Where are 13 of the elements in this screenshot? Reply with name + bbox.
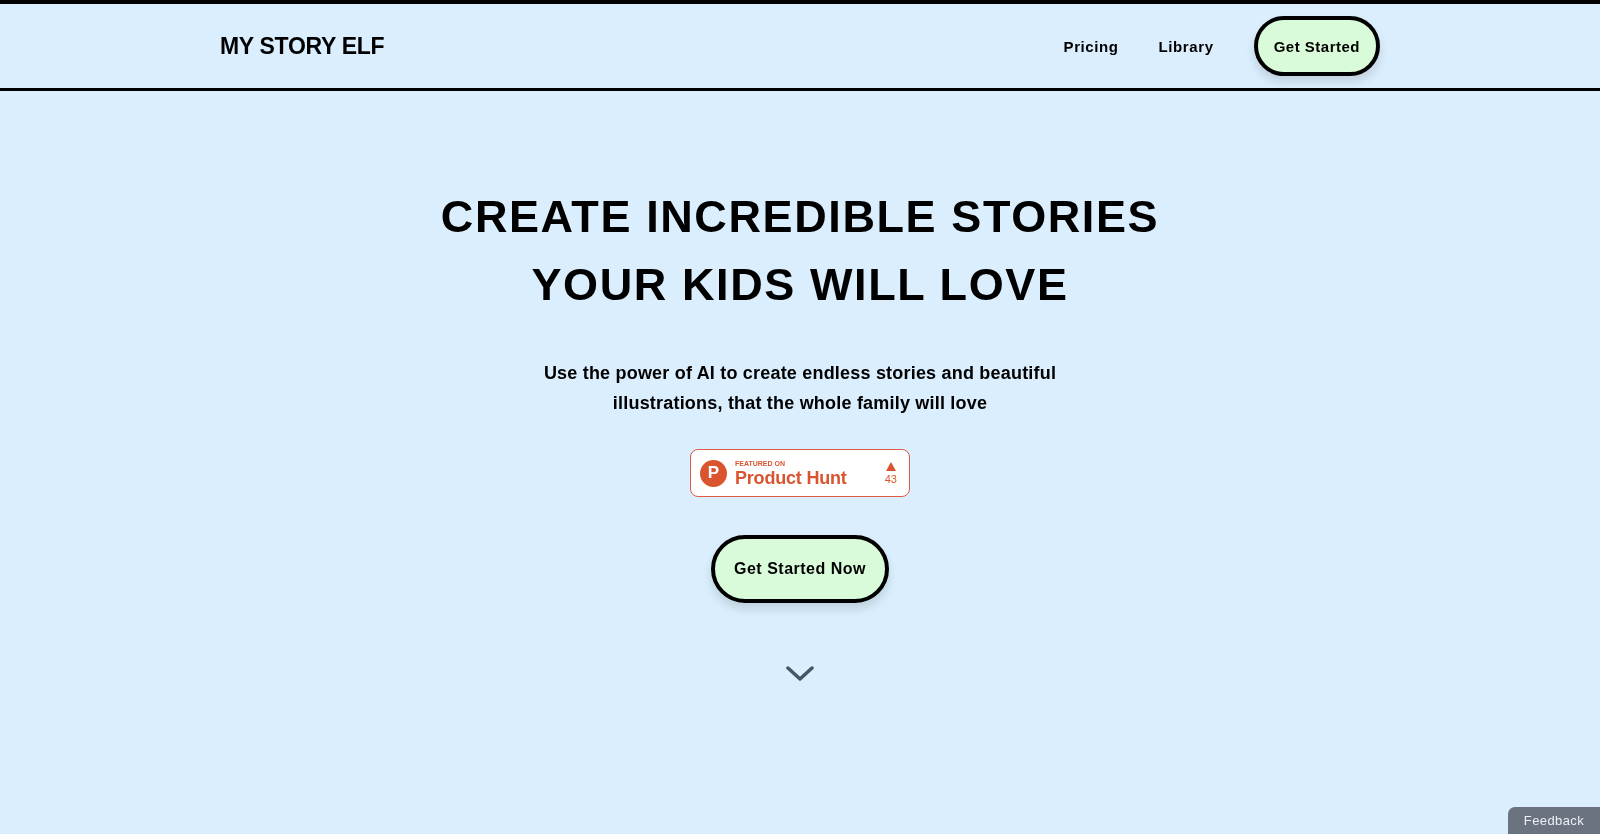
hero-subtitle: Use the power of AI to create endless stories and beautiful illustrations, that the whole family will love <box>542 362 1058 415</box>
product-hunt-logo: P <box>700 459 727 487</box>
hero-title: CREATE INCREDIBLE STORIES YOUR KIDS WILL LOVE <box>440 190 1160 312</box>
nav-link[interactable]: Library <box>1158 37 1214 55</box>
badge-title: Product Hunt <box>735 468 847 487</box>
upvote-count: 43 <box>884 473 897 485</box>
get-started-now-button[interactable]: Get Started Now <box>711 535 889 603</box>
logo-link[interactable]: MY STORY ELF <box>220 32 385 60</box>
feedback-tab[interactable]: Feedback <box>1508 807 1600 834</box>
get-started-button[interactable]: Get Started <box>1253 16 1380 76</box>
chevron-down-icon[interactable] <box>786 666 814 682</box>
nav-link[interactable]: Pricing <box>1063 37 1119 55</box>
upvote-triangle-icon <box>885 461 896 471</box>
